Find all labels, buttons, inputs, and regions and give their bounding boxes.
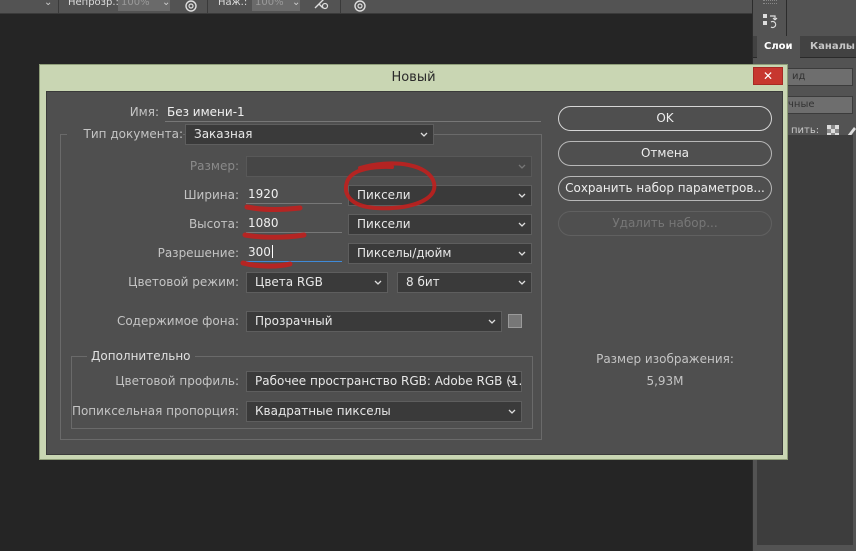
tab-layers[interactable]: Слои — [757, 36, 800, 58]
doc-type-value: Заказная — [194, 127, 253, 141]
dialog-title: Новый — [391, 70, 436, 85]
airbrush-icon[interactable] — [313, 0, 329, 12]
pressure-size-icon[interactable] — [352, 0, 368, 12]
background-select[interactable]: Прозрачный — [246, 311, 502, 332]
bit-depth-select[interactable]: 8 бит — [397, 272, 532, 293]
dialog-body: Имя: Без имени-1 Тип документа: Заказная… — [46, 91, 783, 455]
chevron-down-icon — [518, 164, 526, 169]
height-unit-value: Пиксели — [357, 217, 411, 231]
bit-depth-value: 8 бит — [406, 275, 440, 289]
doc-type-label: Тип документа: — [67, 127, 183, 141]
pixel-aspect-label: Попиксельная пропорция: — [71, 404, 239, 418]
advanced-title[interactable]: Дополнительно — [87, 349, 195, 363]
chevron-down-icon[interactable]: ⌄ — [44, 0, 52, 8]
panel-tabs: Слои Каналы — [753, 36, 856, 58]
resolution-unit-value: Пикселы/дюйм — [357, 246, 452, 260]
resolution-unit-select[interactable]: Пикселы/дюйм — [348, 243, 532, 264]
width-unit-value: Пиксели — [357, 188, 411, 202]
chevron-down-icon — [508, 379, 516, 384]
doc-type-select[interactable]: Заказная — [185, 124, 434, 145]
close-icon: ✕ — [762, 69, 774, 83]
width-label: Ширина: — [183, 188, 239, 202]
color-mode-value: Цвета RGB — [255, 275, 323, 289]
color-mode-label: Цветовой режим: — [128, 275, 239, 289]
chevron-down-icon[interactable]: ⌄ — [162, 0, 170, 8]
chevron-down-icon — [518, 251, 526, 256]
chevron-down-icon — [518, 222, 526, 227]
color-profile-value: Рабочее пространство RGB: Adobe RGB (1..… — [255, 374, 522, 388]
chevron-down-icon — [420, 132, 428, 137]
options-separator — [340, 0, 341, 13]
color-profile-select[interactable]: Рабочее пространство RGB: Adobe RGB (1..… — [246, 371, 522, 392]
image-size-label: Размер изображения: — [596, 352, 734, 366]
width-unit-select[interactable]: Пиксели — [348, 185, 532, 206]
color-mode-select[interactable]: Цвета RGB — [246, 272, 388, 293]
pixel-aspect-select[interactable]: Квадратные пикселы — [246, 401, 522, 422]
layer-history-icon[interactable] — [762, 12, 778, 30]
chevron-down-icon[interactable]: ⌄ — [292, 0, 300, 8]
resolution-value: 300 — [248, 245, 271, 259]
chevron-down-icon — [374, 280, 382, 285]
opacity-label: Непрозр.: — [68, 0, 119, 8]
options-separator — [58, 0, 59, 13]
color-profile-label: Цветовой профиль: — [115, 374, 239, 388]
name-input[interactable]: Без имени-1 — [165, 103, 541, 122]
chevron-down-icon — [518, 193, 526, 198]
ok-button[interactable]: OK — [558, 106, 772, 131]
image-size-value: 5,93M — [646, 374, 684, 388]
tab-channels[interactable]: Каналы — [803, 36, 856, 58]
cancel-button[interactable]: Отмена — [558, 141, 772, 166]
height-unit-select[interactable]: Пиксели — [348, 214, 532, 235]
chevron-down-icon — [508, 409, 516, 414]
background-color-swatch[interactable] — [508, 314, 522, 328]
close-button[interactable]: ✕ — [753, 67, 783, 85]
panel-toolbox — [753, 0, 787, 36]
panel-grip[interactable] — [763, 0, 777, 4]
width-input[interactable]: 1920 — [246, 185, 342, 204]
options-separator — [207, 0, 208, 13]
resolution-input[interactable]: 300 — [246, 243, 342, 262]
options-bar: ⌄ Непрозр.: 100% ⌄ Наж.: 100% ⌄ — [0, 0, 752, 14]
height-input[interactable]: 1080 — [246, 214, 342, 233]
chevron-down-icon — [518, 280, 526, 285]
size-label: Размер: — [189, 159, 239, 173]
photoshop-window: ⌄ Непрозр.: 100% ⌄ Наж.: 100% ⌄ Слои Кан… — [0, 0, 856, 551]
delete-preset-button: Удалить набор... — [558, 211, 772, 236]
name-label: Имя: — [129, 105, 159, 119]
new-document-dialog: Новый ✕ Имя: Без имени-1 Тип документа: … — [39, 64, 788, 460]
save-preset-button[interactable]: Сохранить набор параметров... — [558, 176, 772, 201]
resolution-label: Разрешение: — [157, 246, 239, 260]
text-caret — [271, 245, 273, 258]
pressure-opacity-icon[interactable] — [183, 0, 199, 12]
size-select — [246, 156, 532, 177]
flow-label: Наж.: — [218, 0, 248, 8]
background-value: Прозрачный — [255, 314, 333, 328]
dialog-titlebar[interactable]: Новый ✕ — [40, 65, 787, 90]
height-label: Высота: — [188, 217, 239, 231]
chevron-down-icon — [488, 319, 496, 324]
background-label: Содержимое фона: — [116, 314, 239, 328]
pixel-aspect-value: Квадратные пикселы — [255, 404, 391, 418]
